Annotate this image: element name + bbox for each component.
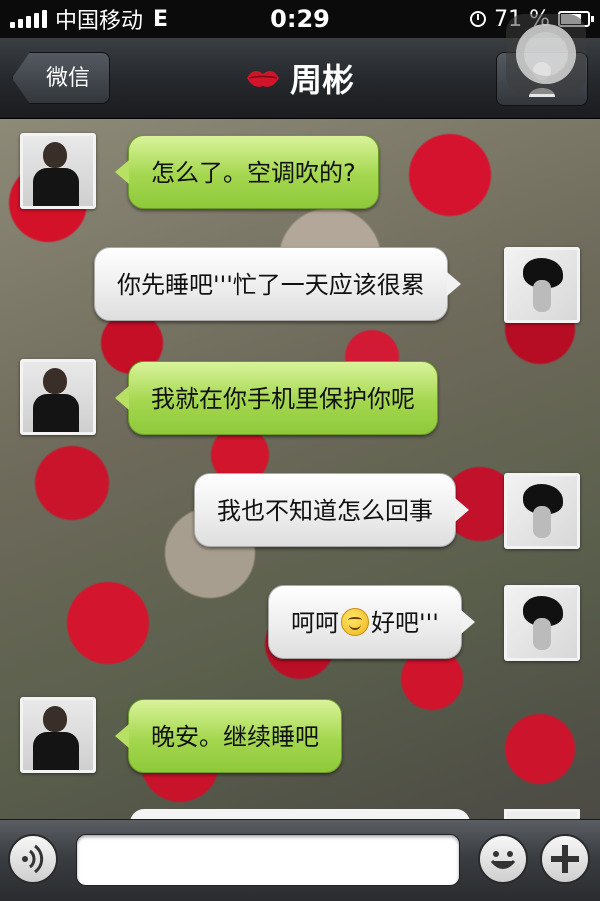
message-input[interactable] [76,834,460,886]
friend-avatar[interactable] [20,697,96,773]
friend-avatar[interactable] [20,359,96,435]
lips-icon [246,71,279,87]
message-bubble[interactable]: 怎么了。空调吹的? [115,135,379,209]
my-avatar[interactable] [504,473,580,549]
message-bubble-partial[interactable] [130,809,470,819]
smile-emoji-icon [341,608,369,636]
message-bubble[interactable]: 晚安。继续睡吧 [115,699,342,773]
friend-avatar[interactable] [20,133,96,209]
chat-area[interactable]: 怎么了。空调吹的? 你先睡吧'''忙了一天应该很累 我就在你手机里保护你呢 我也… [0,119,600,819]
message-bubble[interactable]: 我也不知道怎么回事 [194,473,469,547]
chat-title-text: 周彬 [289,61,354,99]
message-bubble[interactable]: 呵呵 好吧''' [268,585,475,659]
voice-icon [22,844,44,874]
plus-button[interactable] [540,834,590,884]
my-avatar[interactable] [504,247,580,323]
alarm-clock-icon [470,11,487,27]
carrier-name: 中国移动 [55,9,144,34]
voice-button[interactable] [8,834,58,884]
my-avatar[interactable] [504,585,580,661]
input-bar [0,819,600,901]
signal-strength-icon [10,10,47,28]
network-type: E [153,6,169,32]
smiley-icon [490,851,516,869]
emoji-button[interactable] [478,834,528,884]
message-bubble[interactable]: 你先睡吧'''忙了一天应该很累 [94,247,461,321]
plus-icon [551,845,579,873]
message-bubble[interactable]: 我就在你手机里保护你呢 [115,361,438,435]
my-avatar-partial[interactable] [504,809,580,819]
assistive-touch-button[interactable] [506,14,586,94]
message-text: 呵呵 [291,609,339,637]
message-text: 好吧''' [371,609,439,637]
